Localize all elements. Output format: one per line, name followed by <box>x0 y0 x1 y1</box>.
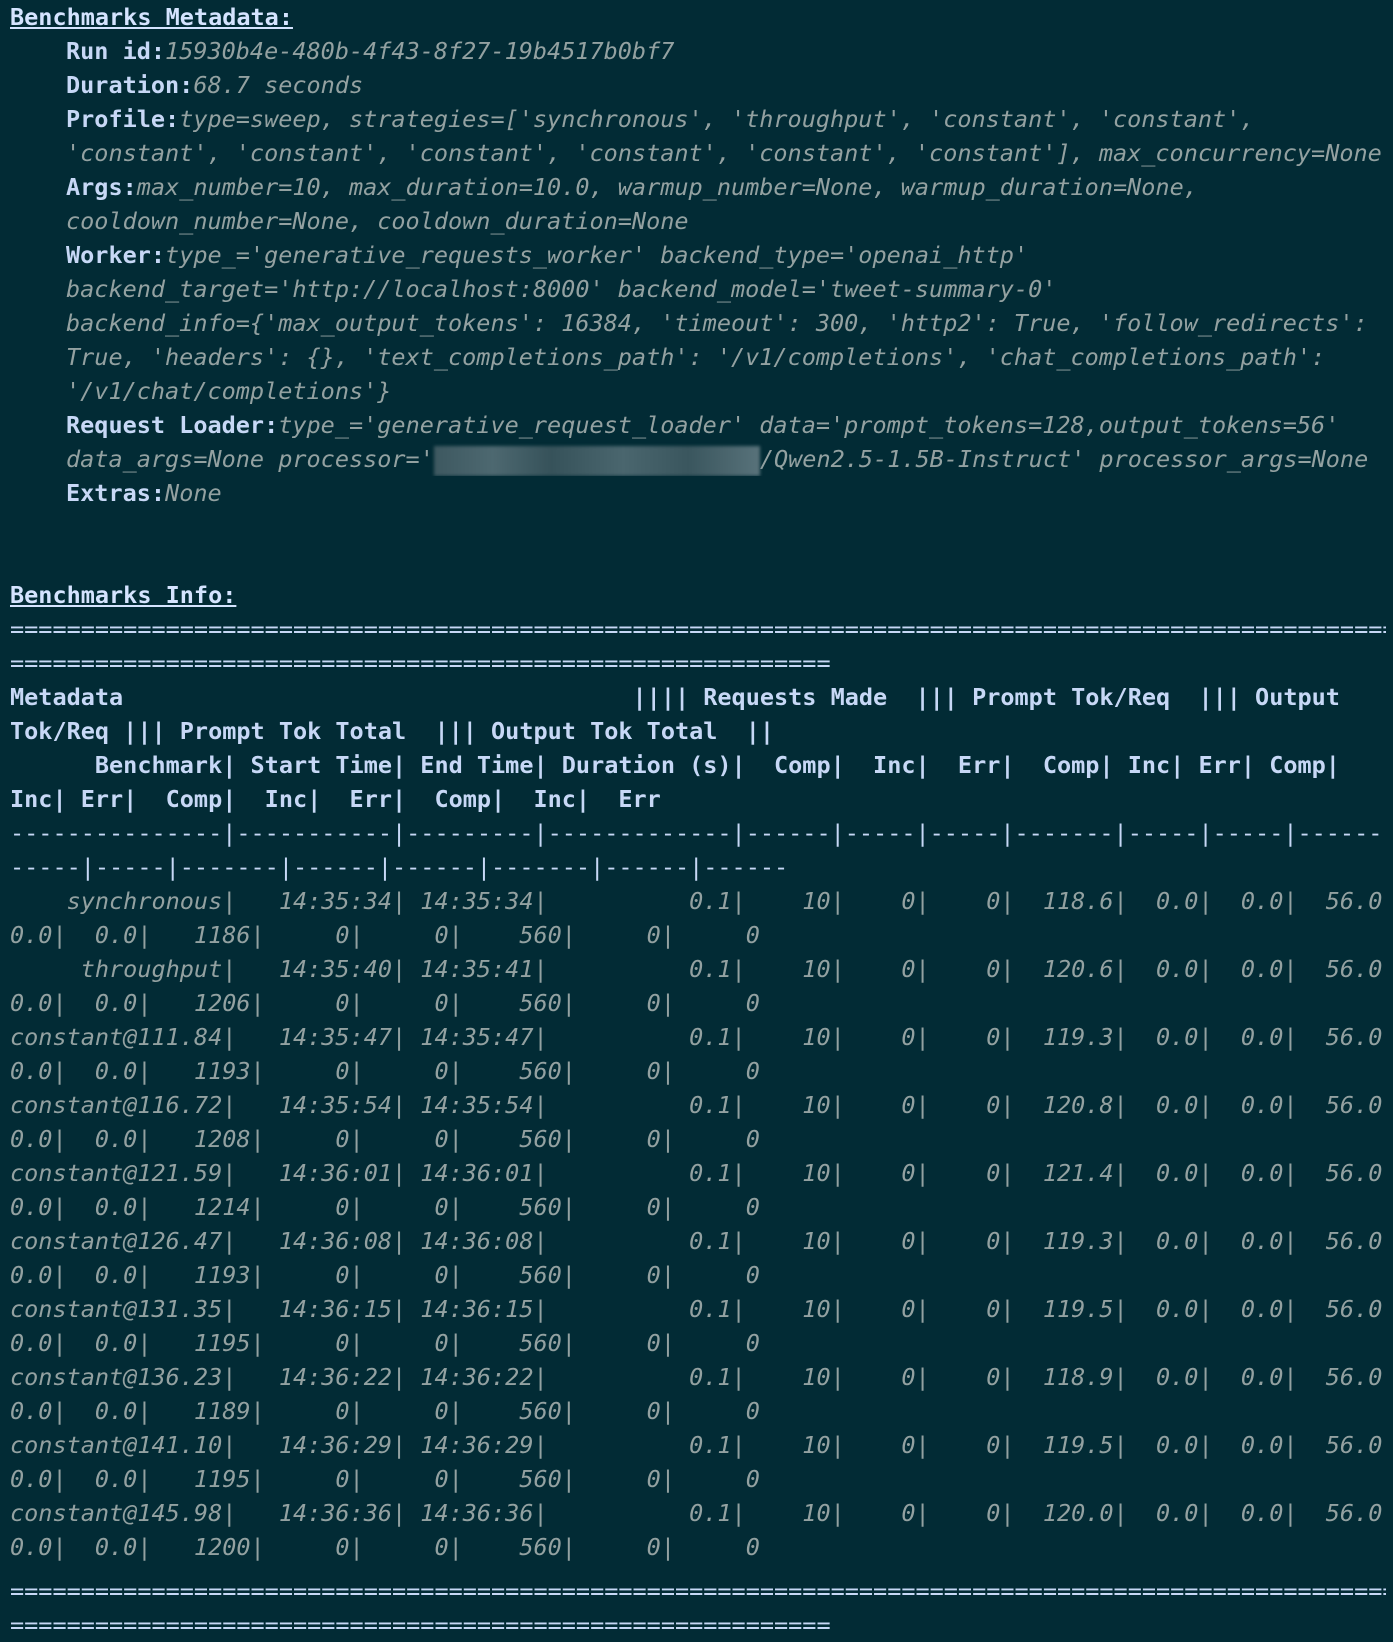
worker-value-cont-2: backend_info={'max_output_tokens': 16384… <box>66 309 1368 337</box>
args-line: Args:max_number=10, max_duration=10.0, w… <box>10 170 1386 204</box>
processor-prefix: data_args=None processor=' <box>66 445 434 473</box>
terminal-output: Benchmarks Metadata: Run id:15930b4e-480… <box>10 0 1386 1642</box>
profile-key: Profile: <box>66 105 180 133</box>
table-row-cont: 0.0| 0.0| 1186| 0| 0| 560| 0| 0 <box>10 921 760 949</box>
table-row: constant@116.72| 14:35:54| 14:35:54| 0.1… <box>10 1091 1386 1119</box>
table-row-cont: 0.0| 0.0| 1206| 0| 0| 560| 0| 0 <box>10 989 760 1017</box>
profile-line: Profile:type=sweep, strategies=['synchro… <box>10 102 1386 136</box>
extras-value: None <box>165 479 222 507</box>
worker-value-cont-3: True, 'headers': {}, 'text_completions_p… <box>66 343 1326 371</box>
profile-value-cont: 'constant', 'constant', 'constant', 'con… <box>66 139 1382 167</box>
rule-top-long: ========================================… <box>10 615 1386 643</box>
args-value-cont: cooldown_number=None, cooldown_duration=… <box>66 207 689 235</box>
table-row-cont: 0.0| 0.0| 1195| 0| 0| 560| 0| 0 <box>10 1329 760 1357</box>
request-loader-line: Request Loader:type_='generative_request… <box>10 408 1386 442</box>
table-row: constant@136.23| 14:36:22| 14:36:22| 0.1… <box>10 1363 1386 1391</box>
table-separator: ---------------|-----------|---------|--… <box>10 819 1386 847</box>
redacted-path <box>433 445 760 476</box>
request-loader-value: type_='generative_request_loader' data='… <box>278 411 1340 439</box>
rule-bottom-long: ========================================… <box>10 1577 1386 1605</box>
args-value: max_number=10, max_duration=10.0, warmup… <box>136 173 1198 201</box>
duration-value: 68.7 seconds <box>193 71 364 99</box>
worker-value: type_='generative_requests_worker' backe… <box>165 241 1029 269</box>
table-row: constant@111.84| 14:35:47| 14:35:47| 0.1… <box>10 1023 1386 1051</box>
table-row-cont: 0.0| 0.0| 1189| 0| 0| 560| 0| 0 <box>10 1397 760 1425</box>
table-group-header-cont: Tok/Req ||| Prompt Tok Total ||| Output … <box>10 717 775 745</box>
duration-key: Duration: <box>66 71 194 99</box>
run-id-value: 15930b4e-480b-4f43-8f27-19b4517b0bf7 <box>165 37 675 65</box>
table-body: synchronous| 14:35:34| 14:35:34| 0.1| 10… <box>10 884 1386 1564</box>
run-id-line: Run id:15930b4e-480b-4f43-8f27-19b4517b0… <box>10 34 1386 68</box>
duration-line: Duration:68.7 seconds <box>10 68 1386 102</box>
table-row: constant@145.98| 14:36:36| 14:36:36| 0.1… <box>10 1499 1386 1527</box>
profile-value: type=sweep, strategies=['synchronous', '… <box>179 105 1255 133</box>
request-loader-key: Request Loader: <box>66 411 279 439</box>
table-row: constant@131.35| 14:36:15| 14:36:15| 0.1… <box>10 1295 1386 1323</box>
table-row-cont: 0.0| 0.0| 1200| 0| 0| 560| 0| 0 <box>10 1533 760 1561</box>
info-heading: Benchmarks Info: <box>10 581 237 609</box>
run-id-key: Run id: <box>66 37 166 65</box>
table-row-cont: 0.0| 0.0| 1193| 0| 0| 560| 0| 0 <box>10 1261 760 1289</box>
metadata-heading: Benchmarks Metadata: <box>10 3 293 31</box>
extras-line: Extras:None <box>10 476 1386 510</box>
table-row: constant@126.47| 14:36:08| 14:36:08| 0.1… <box>10 1227 1386 1255</box>
rule-top-short: ========================================… <box>10 649 831 677</box>
worker-value-cont-1: backend_target='http://localhost:8000' b… <box>66 275 1057 303</box>
request-loader-value-cont: data_args=None processor=' /Qwen2.5-1.5B-… <box>10 442 1386 476</box>
rule-bottom-short: ========================================… <box>10 1611 831 1639</box>
table-row: throughput| 14:35:40| 14:35:41| 0.1| 10|… <box>10 955 1386 983</box>
table-row: constant@141.10| 14:36:29| 14:36:29| 0.1… <box>10 1431 1386 1459</box>
table-row: constant@121.59| 14:36:01| 14:36:01| 0.1… <box>10 1159 1386 1187</box>
processor-suffix: /Qwen2.5-1.5B-Instruct' processor_args=N… <box>759 445 1369 473</box>
args-key: Args: <box>66 173 137 201</box>
extras-key: Extras: <box>66 479 166 507</box>
table-column-header: Benchmark| Start Time| End Time| Duratio… <box>10 751 1340 779</box>
table-row-cont: 0.0| 0.0| 1193| 0| 0| 560| 0| 0 <box>10 1057 760 1085</box>
worker-value-cont-4: '/v1/chat/completions'} <box>66 377 392 405</box>
worker-line: Worker:type_='generative_requests_worker… <box>10 238 1386 272</box>
table-group-header: Metadata |||| Requests Made ||| Prompt T… <box>10 683 1340 711</box>
table-row-cont: 0.0| 0.0| 1195| 0| 0| 560| 0| 0 <box>10 1465 760 1493</box>
table-column-header-cont: Inc| Err| Comp| Inc| Err| Comp| Inc| Err <box>10 785 661 813</box>
table-row: synchronous| 14:35:34| 14:35:34| 0.1| 10… <box>10 887 1386 915</box>
worker-key: Worker: <box>66 241 166 269</box>
table-separator-cont: -----|-----|-------|------|------|------… <box>10 853 789 881</box>
table-row-cont: 0.0| 0.0| 1208| 0| 0| 560| 0| 0 <box>10 1125 760 1153</box>
table-row-cont: 0.0| 0.0| 1214| 0| 0| 560| 0| 0 <box>10 1193 760 1221</box>
